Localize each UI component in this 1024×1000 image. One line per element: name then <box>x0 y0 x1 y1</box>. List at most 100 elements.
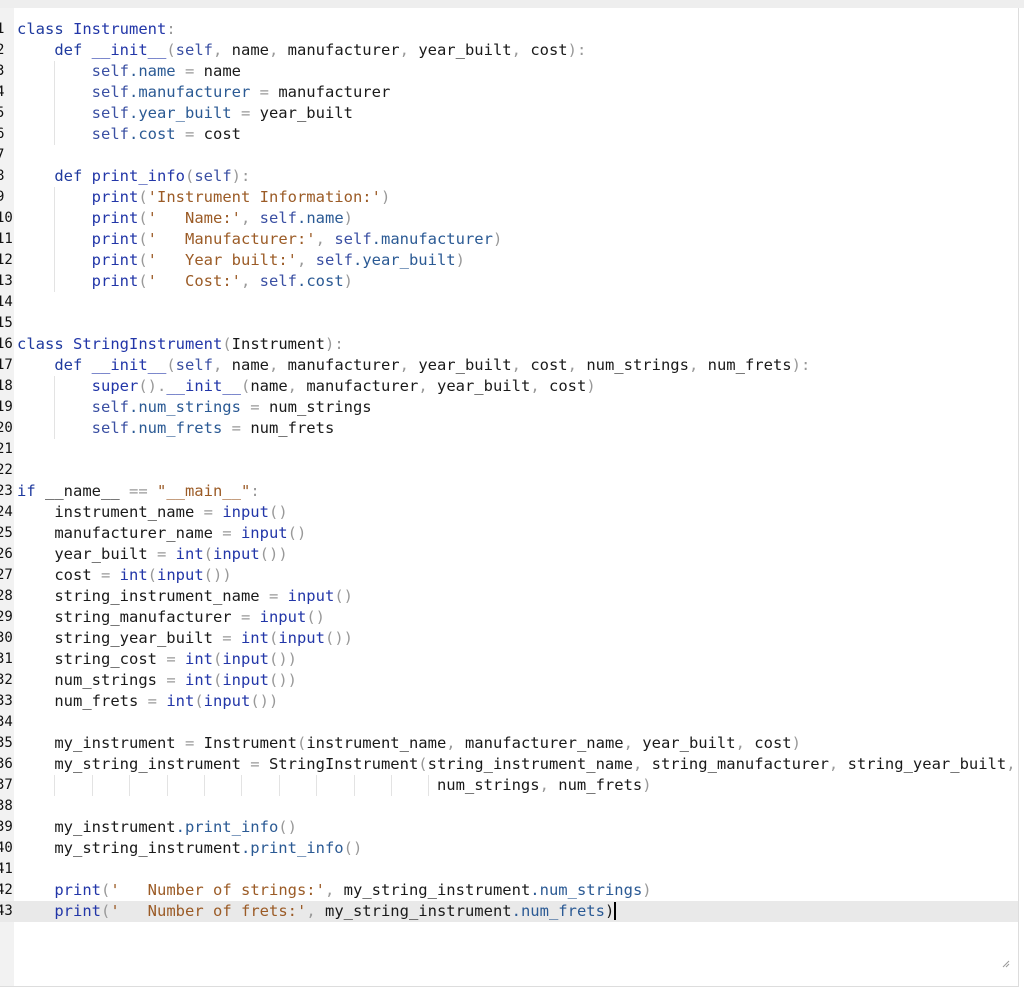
code-line[interactable]: 32 num_strings = int(input()) <box>0 670 1018 691</box>
code-token: ) <box>791 734 801 752</box>
code-token: print <box>91 230 139 248</box>
line-number: 3 <box>0 61 10 82</box>
code-line[interactable]: 31 string_cost = int(input()) <box>0 649 1018 670</box>
code-token: my_string_instrument <box>343 881 531 899</box>
code-token: class <box>17 20 73 38</box>
indent-guide <box>204 775 205 796</box>
code-line[interactable]: 40 my_string_instrument.print_info() <box>0 838 1018 859</box>
code-token: ( <box>222 335 232 353</box>
code-token: .year_built <box>352 251 456 269</box>
code-token: name <box>231 41 269 59</box>
code-line[interactable]: 34 <box>0 712 1018 733</box>
code-line[interactable]: 17 def __init__(self, name, manufacturer… <box>0 355 1018 376</box>
code-token: def <box>17 41 92 59</box>
code-line[interactable]: 16class StringInstrument(Instrument): <box>0 334 1018 355</box>
line-code: super().__init__(name, manufacturer, yea… <box>17 376 596 397</box>
code-line[interactable]: 12 print(' Year built:', self.year_built… <box>0 250 1018 271</box>
code-line[interactable]: 20 self.num_frets = num_frets <box>0 418 1018 439</box>
code-line[interactable]: 43 print(' Number of frets:', my_string_… <box>0 901 1018 922</box>
code-token: , <box>324 881 344 899</box>
line-code: print(' Cost:', self.cost) <box>17 271 353 292</box>
code-line[interactable]: 41 <box>0 859 1018 880</box>
code-token: () <box>278 818 297 836</box>
code-line[interactable]: 4 self.manufacturer = manufacturer <box>0 82 1018 103</box>
code-token: int <box>184 671 213 689</box>
code-line[interactable]: 23if __name__ == "__main__": <box>0 481 1018 502</box>
code-token: my_instrument <box>17 818 176 836</box>
code-line[interactable]: 2 def __init__(self, name, manufacturer,… <box>0 40 1018 61</box>
code-token: ) <box>380 188 391 206</box>
code-line[interactable]: 7 <box>0 145 1018 166</box>
code-token: , <box>1006 755 1016 773</box>
code-token: , <box>212 356 232 374</box>
line-number: 13 <box>0 273 13 289</box>
code-line[interactable]: 6 self.cost = cost <box>0 124 1018 145</box>
code-token: ( <box>203 545 213 563</box>
code-token: manufacturer <box>278 83 391 101</box>
code-line[interactable]: 29 string_manufacturer = input() <box>0 607 1018 628</box>
code-token: , <box>268 356 288 374</box>
code-line[interactable]: 15 <box>0 313 1018 334</box>
code-token: .num_strings <box>530 881 643 899</box>
code-line[interactable]: 3 self.name = name <box>0 61 1018 82</box>
code-token: year_built <box>259 104 353 122</box>
code-line[interactable]: 26 year_built = int(input()) <box>0 544 1018 565</box>
code-line[interactable]: 19 self.num_strings = num_strings <box>0 397 1018 418</box>
code-token: num_frets <box>707 356 792 374</box>
code-line[interactable]: 42 print(' Number of strings:', my_strin… <box>0 880 1018 901</box>
code-token: manufacturer_name <box>17 524 213 542</box>
resize-grip-icon[interactable] <box>1002 960 1010 968</box>
code-line[interactable]: 14 <box>0 292 1018 313</box>
code-line[interactable]: 10 print(' Name:', self.name) <box>0 208 1018 229</box>
code-line[interactable]: 38 <box>0 796 1018 817</box>
code-token: ) <box>343 272 354 290</box>
line-number: 23 <box>0 483 13 499</box>
code-line[interactable]: 24 instrument_name = input() <box>0 502 1018 523</box>
code-token: ) <box>492 230 503 248</box>
code-token: __init__ <box>91 356 167 374</box>
code-line[interactable]: 33 num_frets = int(input()) <box>0 691 1018 712</box>
code-token: ( <box>296 734 307 752</box>
code-token: = <box>212 524 241 542</box>
line-code: num_strings, num_frets) <box>17 775 652 796</box>
code-line[interactable]: 9 print('Instrument Information:') <box>0 187 1018 208</box>
code-token: , <box>399 41 419 59</box>
code-line[interactable]: 30 string_year_built = int(input()) <box>0 628 1018 649</box>
code-editor[interactable]: 1class Instrument:2 def __init__(self, n… <box>0 8 1019 987</box>
line-code: my_instrument = Instrument(instrument_na… <box>17 733 801 754</box>
code-line[interactable]: 35 my_instrument = Instrument(instrument… <box>0 733 1018 754</box>
line-code: if __name__ == "__main__": <box>17 481 260 502</box>
code-line[interactable]: 27 cost = int(input()) <box>0 565 1018 586</box>
code-line[interactable]: 25 manufacturer_name = input() <box>0 523 1018 544</box>
code-line[interactable]: 22 <box>0 460 1018 481</box>
code-line[interactable]: 13 print(' Cost:', self.cost) <box>0 271 1018 292</box>
line-code: string_cost = int(input()) <box>17 649 297 670</box>
code-line[interactable]: 11 print(' Manufacturer:', self.manufact… <box>0 229 1018 250</box>
line-number: 17 <box>0 357 13 373</box>
line-code: self.manufacturer = manufacturer <box>17 82 391 103</box>
code-token: cost <box>17 566 92 584</box>
line-number: 4 <box>0 82 10 103</box>
code-line[interactable]: 5 self.year_built = year_built <box>0 103 1018 124</box>
code-token: , <box>567 356 587 374</box>
code-line[interactable]: 21 <box>0 439 1018 460</box>
code-token: input <box>203 692 251 710</box>
code-token: string_instrument_name <box>427 755 633 773</box>
code-line[interactable]: 18 super().__init__(name, manufacturer, … <box>0 376 1018 397</box>
code-token: ' Year built:' <box>147 251 297 269</box>
code-token: .print_info <box>175 818 279 836</box>
code-line[interactable]: 39 my_instrument.print_info() <box>0 817 1018 838</box>
code-token: cost <box>530 356 568 374</box>
code-line[interactable]: 36 my_string_instrument = StringInstrume… <box>0 754 1018 775</box>
code-token: () <box>334 587 353 605</box>
line-number: 12 <box>0 252 13 268</box>
code-line[interactable]: 1 class Instrument: <box>0 19 1018 40</box>
code-line[interactable]: 28 string_instrument_name = input() <box>0 586 1018 607</box>
line-number: 11 <box>0 231 13 247</box>
code-line[interactable]: 37 num_strings, num_frets) <box>0 775 1018 796</box>
line-number: 7 <box>0 145 10 166</box>
code-token: , <box>735 734 755 752</box>
code-token: ( <box>138 272 148 290</box>
code-line[interactable]: 8 def print_info(self): <box>0 166 1018 187</box>
